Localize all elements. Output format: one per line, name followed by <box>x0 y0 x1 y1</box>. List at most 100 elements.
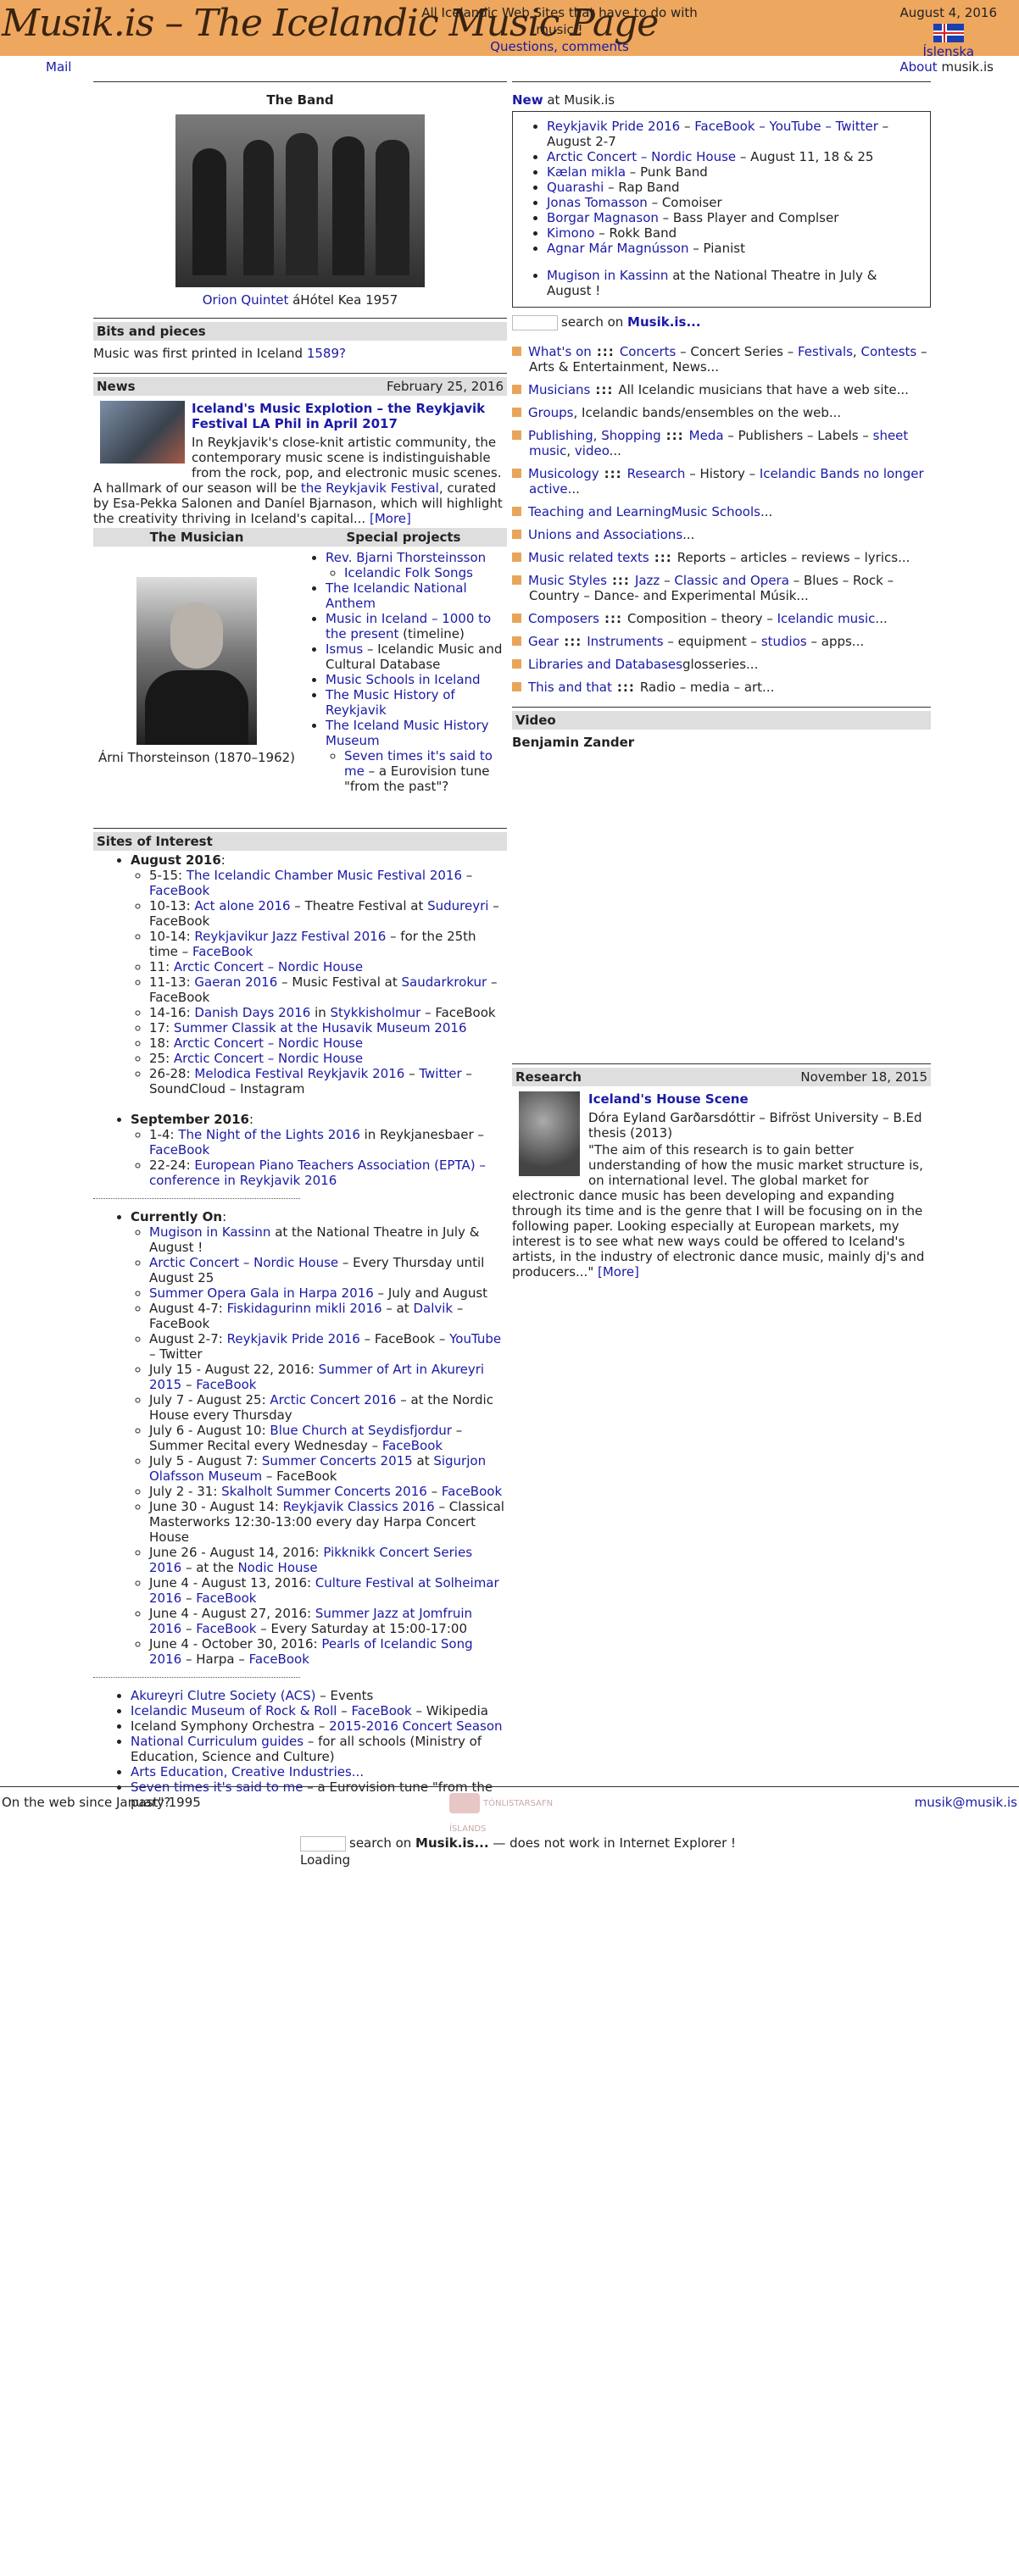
mugison-link[interactable]: Mugison in Kassinn <box>547 268 668 283</box>
item-link[interactable]: Melodica Festival Reykjavik 2016 <box>194 1066 404 1081</box>
item-link[interactable]: Stykkisholmur <box>331 1005 421 1020</box>
category-head-link[interactable]: Gear <box>528 634 559 649</box>
bits-year-link[interactable]: 1589? <box>307 346 346 361</box>
item-link[interactable]: YouTube <box>449 1331 501 1346</box>
footer-search-input[interactable] <box>300 1835 346 1852</box>
item-link[interactable]: Kælan mikla <box>547 164 626 180</box>
category-link[interactable]: Meda <box>689 428 724 443</box>
new-link[interactable]: New <box>512 92 543 108</box>
item-link[interactable]: Fiskidagurinn mikli 2016 <box>227 1301 382 1316</box>
item-link[interactable]: FaceBook <box>149 1142 209 1158</box>
language-link[interactable]: Íslenska <box>922 44 974 59</box>
item-link[interactable]: Saudarkrokur <box>402 974 487 990</box>
item-link[interactable]: Mugison in Kassinn <box>149 1224 270 1240</box>
category-head-link[interactable]: Teaching and Learning <box>528 504 671 519</box>
reykjavik-festival-link[interactable]: the Reykjavik Festival <box>301 480 439 496</box>
category-head-link[interactable]: Publishing, Shopping <box>528 428 661 443</box>
item-link[interactable]: Arctic Concert – Nordic House <box>174 959 363 974</box>
folk-songs-link[interactable]: Icelandic Folk Songs <box>344 565 473 580</box>
category-link[interactable]: studios <box>761 634 807 649</box>
item-link[interactable]: Reykjavikur Jazz Festival 2016 <box>194 929 386 944</box>
questions-link[interactable]: Questions, comments <box>490 39 629 54</box>
category-head-link[interactable]: Music related texts <box>528 550 649 565</box>
category-head-link[interactable]: Musicians <box>528 382 590 397</box>
category-head-link[interactable]: This and that <box>528 680 612 695</box>
search-input[interactable] <box>512 314 558 330</box>
item-link[interactable]: Reykjavik Pride 2016 <box>547 119 680 134</box>
item-link[interactable]: Gaeran 2016 <box>194 974 277 990</box>
category-link[interactable]: Icelandic music <box>777 611 876 626</box>
item-link[interactable]: Act alone 2016 <box>194 898 290 913</box>
special-link-history[interactable]: The Music History of Reykjavik <box>326 687 455 718</box>
item-link[interactable]: Nodic House <box>237 1560 317 1575</box>
item-link[interactable]: Dalvik <box>413 1301 453 1316</box>
orion-quintet-link[interactable]: Orion Quintet <box>203 292 289 308</box>
category-head-link[interactable]: What's on <box>528 344 592 359</box>
category-link[interactable]: Jazz <box>635 573 660 588</box>
item-link[interactable]: Arctic Concert – Nordic House <box>547 149 736 164</box>
museum-logo[interactable]: TÓNLISTARSAFN ÍSLANDS <box>449 1791 576 1834</box>
item-link[interactable]: Akureyri Clutre Society (ACS) <box>131 1688 315 1703</box>
special-link-bjarni[interactable]: Rev. Bjarni Thorsteinsson <box>326 550 486 565</box>
item-link[interactable]: National Curriculum guides <box>131 1734 303 1749</box>
item-link[interactable]: Seven times it's said to me <box>131 1779 303 1795</box>
item-link[interactable]: FaceBook <box>351 1703 411 1718</box>
item-link[interactable]: FaceBook <box>196 1377 256 1392</box>
category-link[interactable]: Research <box>627 466 686 481</box>
item-link[interactable]: FaceBook <box>192 944 253 959</box>
category-link[interactable]: video <box>575 443 610 458</box>
category-link[interactable]: Unions and Associations <box>528 527 682 542</box>
item-link[interactable]: Summer Concerts 2015 <box>262 1453 413 1468</box>
category-link[interactable]: Contests <box>860 344 916 359</box>
research-more-link[interactable]: [More] <box>598 1264 639 1280</box>
special-link-anthem[interactable]: The Icelandic National Anthem <box>326 580 467 611</box>
item-link[interactable]: Reykjavik Pride 2016 <box>227 1331 360 1346</box>
news-more-link[interactable]: [More] <box>370 511 411 526</box>
item-link[interactable]: FaceBook <box>442 1484 502 1499</box>
item-link[interactable]: Arts Education, Creative Industries... <box>131 1764 364 1779</box>
item-link[interactable]: FaceBook <box>196 1591 256 1606</box>
special-link-museum[interactable]: The Iceland Music History Museum <box>326 718 489 748</box>
video-area[interactable] <box>512 750 931 1063</box>
item-link[interactable]: 2015-2016 Concert Season <box>329 1718 502 1734</box>
item-link[interactable]: FaceBook <box>249 1652 309 1667</box>
item-link[interactable]: FaceBook <box>149 883 209 898</box>
item-link[interactable]: Jonas Tomasson <box>547 195 648 210</box>
item-link[interactable]: Kimono <box>547 225 594 241</box>
special-link-schools[interactable]: Music Schools in Iceland <box>326 672 481 687</box>
item-link[interactable]: Reykjavik Classics 2016 <box>283 1499 435 1514</box>
footer-email-link[interactable]: musik@musik.is <box>915 1795 1017 1810</box>
item-link[interactable]: Borgar Magnason <box>547 210 659 225</box>
item-link[interactable]: Skalholt Summer Concerts 2016 <box>221 1484 427 1499</box>
item-link[interactable]: Sudureyri <box>427 898 488 913</box>
category-head-link[interactable]: Music Styles <box>528 573 607 588</box>
item-link[interactable]: Icelandic Museum of Rock & Roll <box>131 1703 337 1718</box>
research-thumb[interactable] <box>519 1091 580 1176</box>
item-link[interactable]: FaceBook <box>382 1438 443 1453</box>
category-link[interactable]: Music Schools <box>671 504 760 519</box>
category-head-link[interactable]: Libraries and Databases <box>528 657 682 672</box>
item-link[interactable]: Danish Days 2016 <box>194 1005 310 1020</box>
category-link[interactable]: Festivals <box>798 344 853 359</box>
category-link[interactable]: Instruments <box>587 634 663 649</box>
item-link[interactable]: Arctic Concert – Nordic House <box>149 1255 338 1270</box>
item-link[interactable]: The Icelandic Chamber Music Festival 201… <box>187 868 462 883</box>
item-link[interactable]: Summer Classik at the Husavik Museum 201… <box>174 1020 467 1035</box>
item-link[interactable]: Twitter <box>419 1066 461 1081</box>
about-link[interactable]: About <box>899 59 937 75</box>
category-link[interactable]: Classic and Opera <box>674 573 789 588</box>
item-link[interactable]: Quarashi <box>547 180 604 195</box>
iceland-flag-icon[interactable] <box>933 24 964 42</box>
item-link[interactable]: Arctic Concert – Nordic House <box>174 1035 363 1051</box>
item-link[interactable]: The Night of the Lights 2016 <box>178 1127 360 1142</box>
item-link[interactable]: Arctic Concert 2016 <box>270 1392 396 1407</box>
item-link[interactable]: Summer Opera Gala in Harpa 2016 <box>149 1285 374 1301</box>
item-link[interactable]: FaceBook – YouTube – Twitter <box>694 119 878 134</box>
mail-link[interactable]: Mail <box>46 59 71 75</box>
musician-photo[interactable] <box>136 577 257 745</box>
item-link[interactable]: European Piano Teachers Association (EPT… <box>149 1158 486 1188</box>
category-link[interactable]: Concerts <box>620 344 677 359</box>
band-photo[interactable] <box>175 114 425 287</box>
category-head-link[interactable]: Musicology <box>528 466 599 481</box>
category-head-link[interactable]: Composers <box>528 611 599 626</box>
